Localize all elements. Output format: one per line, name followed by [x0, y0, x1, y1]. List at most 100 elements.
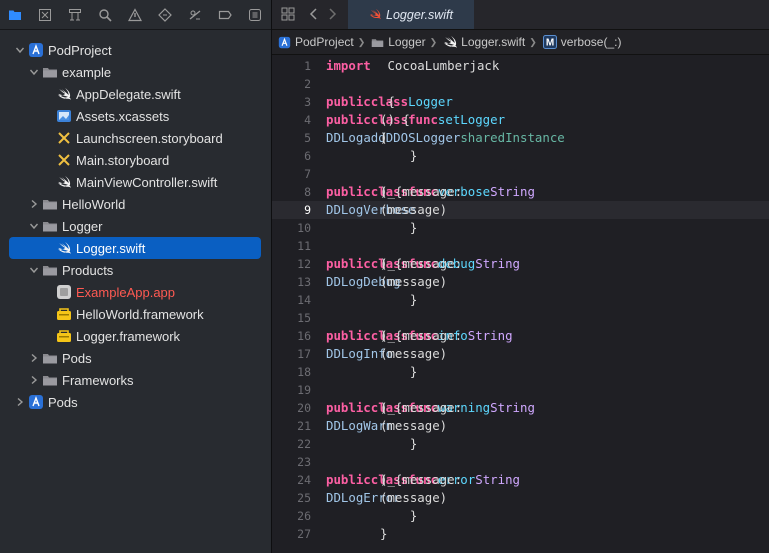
storyboard-icon	[56, 130, 72, 146]
tree-item-label: Launchscreen.storyboard	[76, 130, 223, 146]
line-number: 16	[297, 329, 311, 343]
tree-item[interactable]: ExampleApp.app	[0, 281, 271, 303]
tree-item[interactable]: Main.storyboard	[0, 149, 271, 171]
line-number: 7	[304, 167, 311, 181]
chevron-down-icon[interactable]	[29, 67, 39, 77]
tree-item[interactable]: example	[0, 61, 271, 83]
line-number: 25	[297, 491, 311, 505]
chevron-down-icon[interactable]	[15, 45, 25, 55]
framework-icon	[56, 306, 72, 322]
source-editor: Logger.swift PodProject ❯ Logger ❯ Logger.sw…	[272, 0, 769, 553]
chevron-down-icon[interactable]	[29, 221, 39, 231]
symbol-icon[interactable]	[60, 0, 90, 29]
line-number: 12	[297, 257, 311, 271]
tree-item-label: Pods	[62, 350, 92, 366]
tree-item-label: Pods	[48, 394, 78, 410]
chevron-right-icon[interactable]	[29, 375, 39, 385]
code-line[interactable]: 8 public class func verbose (_ message: S…	[272, 183, 769, 201]
code-line[interactable]: 21 DDLogWarn (message)	[272, 417, 769, 435]
test-icon[interactable]	[150, 0, 180, 29]
tree-item[interactable]: Pods	[0, 391, 271, 413]
code-line[interactable]: 7	[272, 165, 769, 183]
code-line[interactable]: 9 DDLogVerbose (message)	[272, 201, 769, 219]
code-text: import CocoaLumberjack	[326, 58, 500, 73]
chevron-right-icon[interactable]	[15, 397, 25, 407]
code-line[interactable]: 27}	[272, 525, 769, 543]
code-line[interactable]: 13 DDLogDebug (message)	[272, 273, 769, 291]
tree-item-label: Main.storyboard	[76, 152, 170, 168]
code-line[interactable]: 10 }	[272, 219, 769, 237]
issue-icon[interactable]	[120, 0, 150, 29]
chevron-right-icon[interactable]	[29, 353, 39, 363]
debug-icon[interactable]	[180, 0, 210, 29]
folder-icon	[42, 64, 58, 80]
line-number: 1	[304, 59, 311, 73]
code-line[interactable]: 4 public class func setLogger() {	[272, 111, 769, 129]
swift-icon	[443, 35, 458, 49]
tree-item[interactable]: Logger.swift	[9, 237, 261, 259]
tree-item-label: Logger.framework	[76, 328, 181, 344]
line-number: 8	[304, 185, 311, 199]
code-line[interactable]: 17 DDLogInfo (message)	[272, 345, 769, 363]
swift-icon	[56, 86, 72, 102]
line-number: 21	[297, 419, 311, 433]
code-line[interactable]: 16 public class func info (_ message: Str…	[272, 327, 769, 345]
code-line[interactable]: 19	[272, 381, 769, 399]
code-line[interactable]: 2	[272, 75, 769, 93]
code-line[interactable]: 12 public class func debug (_ message: St…	[272, 255, 769, 273]
swift-icon	[56, 240, 72, 256]
code-line[interactable]: 15	[272, 309, 769, 327]
line-number: 14	[297, 293, 311, 307]
grid-icon[interactable]	[281, 7, 295, 26]
code-line[interactable]: 25 DDLogError (message)	[272, 489, 769, 507]
tree-item-label: AppDelegate.swift	[76, 86, 181, 102]
breadcrumb-item[interactable]: PodProject ❯	[278, 35, 365, 49]
line-number: 23	[297, 455, 311, 469]
chevron-right-icon[interactable]	[29, 199, 39, 209]
code-line[interactable]: 14 }	[272, 291, 769, 309]
search-icon[interactable]	[90, 0, 120, 29]
code-line[interactable]: 26 }	[272, 507, 769, 525]
folder-icon	[42, 218, 58, 234]
tree-item[interactable]: Assets.xcassets	[0, 105, 271, 127]
tree-item[interactable]: MainViewController.swift	[0, 171, 271, 193]
tree-item[interactable]: Logger.framework	[0, 325, 271, 347]
tree-item-label: ExampleApp.app	[76, 284, 176, 300]
tree-item[interactable]: HelloWorld	[0, 193, 271, 215]
tree-item[interactable]: AppDelegate.swift	[0, 83, 271, 105]
chevron-down-icon[interactable]	[29, 265, 39, 275]
line-number: 24	[297, 473, 311, 487]
code-line[interactable]: 1 import CocoaLumberjack	[272, 57, 769, 75]
folder-icon[interactable]	[0, 0, 30, 29]
code-text: public class func warning (_ message: Str…	[326, 400, 535, 415]
code-line[interactable]: 22 }	[272, 435, 769, 453]
code-line[interactable]: 6 }	[272, 147, 769, 165]
tree-item[interactable]: PodProject	[0, 39, 271, 61]
tab-logger-swift[interactable]: Logger.swift	[348, 0, 474, 29]
tree-item[interactable]: Launchscreen.storyboard	[0, 127, 271, 149]
chevron-left-icon[interactable]	[309, 7, 319, 26]
code-line[interactable]: 18 }	[272, 363, 769, 381]
chevron-right-icon[interactable]	[327, 7, 337, 26]
code-line[interactable]: 5 DDLog. add(DDOSLogger. sharedInstance)	[272, 129, 769, 147]
tree-item[interactable]: Frameworks	[0, 369, 271, 391]
code-line[interactable]: 24 public class func error (_ message: St…	[272, 471, 769, 489]
breadcrumb-item[interactable]: Logger.swift ❯	[443, 35, 537, 49]
tree-item[interactable]: Logger	[0, 215, 271, 237]
tree-item[interactable]: Pods	[0, 347, 271, 369]
breadcrumb-item[interactable]: Mverbose(_:)	[542, 35, 621, 49]
report-icon[interactable]	[240, 0, 270, 29]
code-line[interactable]: 23	[272, 453, 769, 471]
breadcrumb-item[interactable]: Logger ❯	[371, 35, 437, 49]
line-number: 6	[304, 149, 311, 163]
source-control-icon[interactable]	[30, 0, 60, 29]
code-line[interactable]: 20 public class func warning (_ message: …	[272, 399, 769, 417]
breakpoint-icon[interactable]	[210, 0, 240, 29]
tree-item-label: PodProject	[48, 42, 112, 58]
tree-item-label: Logger	[62, 218, 103, 234]
tree-item[interactable]: Products	[0, 259, 271, 281]
code-line[interactable]: 11	[272, 237, 769, 255]
editor-tab-bar: Logger.swift	[272, 0, 769, 30]
code-line[interactable]: 3 public class Logger {	[272, 93, 769, 111]
tree-item[interactable]: HelloWorld.framework	[0, 303, 271, 325]
